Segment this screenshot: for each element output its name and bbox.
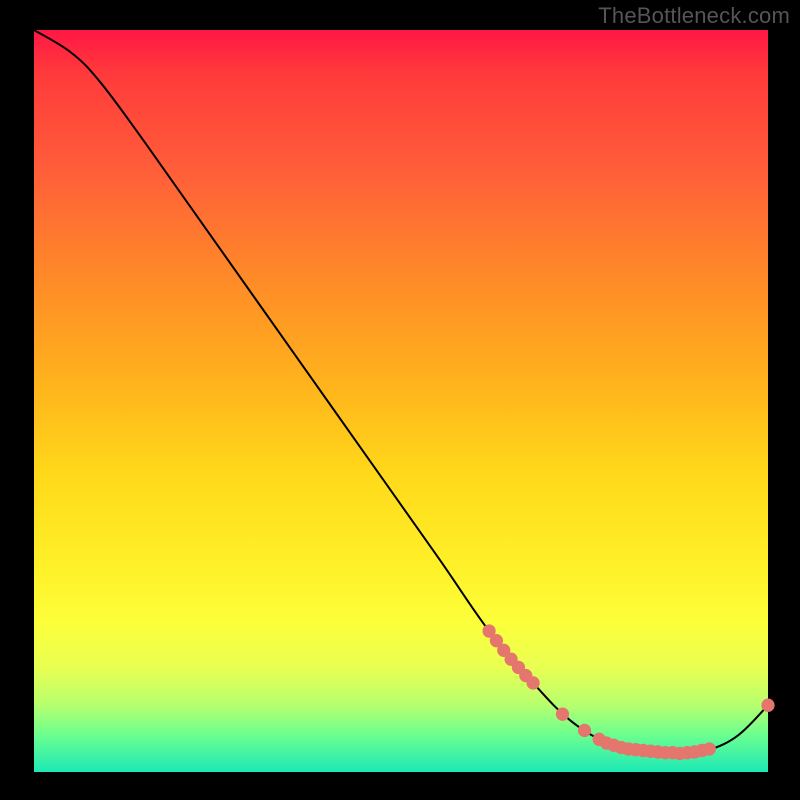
data-point-marker	[703, 742, 716, 755]
plot-area	[34, 30, 768, 772]
data-point-marker	[761, 699, 774, 712]
bottleneck-curve	[34, 30, 768, 754]
chart-svg	[34, 30, 768, 772]
data-point-marker	[527, 676, 540, 689]
data-point-marker	[578, 724, 591, 737]
chart-frame: TheBottleneck.com	[0, 0, 800, 800]
data-point-marker	[556, 707, 569, 720]
watermark-label: TheBottleneck.com	[598, 3, 790, 29]
